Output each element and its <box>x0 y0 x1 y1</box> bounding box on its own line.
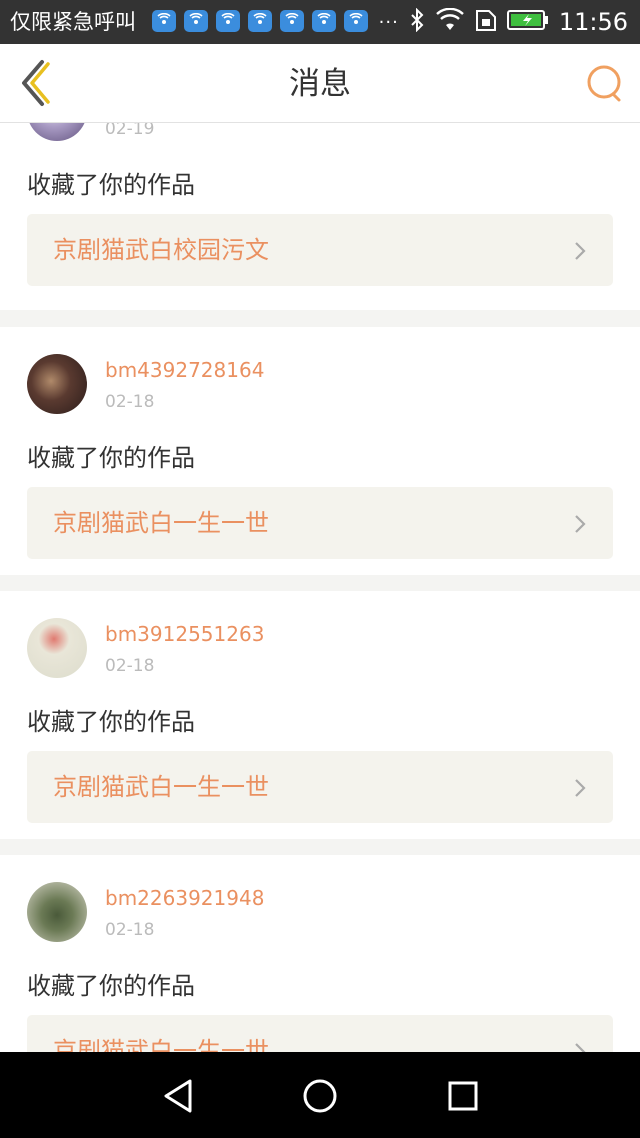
work-title: 京剧猫武白一生一世 <box>53 509 269 537</box>
clock: 11:56 <box>558 8 628 36</box>
username[interactable]: bm2263921948 <box>105 885 264 911</box>
message-list[interactable]: 02-19 收藏了你的作品 京剧猫武白校园污文 bm4392728164 02-… <box>0 123 640 1052</box>
work-title: 京剧猫武白一生一世 <box>53 773 269 801</box>
message-date: 02-18 <box>105 392 155 412</box>
message-date: 02-18 <box>105 656 155 676</box>
network-notification-icon <box>152 10 176 32</box>
message-card: bm4392728164 02-18 收藏了你的作品 京剧猫武白一生一世 <box>0 327 640 575</box>
network-notification-icon <box>248 10 272 32</box>
message-action: 收藏了你的作品 <box>27 171 195 199</box>
username[interactable]: bm3912551263 <box>105 621 264 647</box>
work-link[interactable]: 京剧猫武白一生一世 <box>27 487 613 559</box>
sim-icon <box>475 8 497 36</box>
message-action: 收藏了你的作品 <box>27 708 195 736</box>
carrier-text: 仅限紧急呼叫 <box>10 10 136 34</box>
chevron-right-icon <box>575 779 586 797</box>
avatar[interactable] <box>27 882 87 942</box>
battery-charging-icon <box>506 8 549 36</box>
chevron-right-icon <box>575 515 586 533</box>
system-nav-bar <box>0 1052 640 1138</box>
work-link[interactable]: 京剧猫武白一生一世 <box>27 1015 613 1052</box>
status-right: ··· 11:56 <box>378 7 628 36</box>
work-link[interactable]: 京剧猫武白一生一世 <box>27 751 613 823</box>
chevron-right-icon <box>575 242 586 260</box>
network-notification-icon <box>184 10 208 32</box>
more-notifications: ··· <box>378 11 399 33</box>
search-icon <box>587 65 621 102</box>
avatar[interactable] <box>27 618 87 678</box>
work-title: 京剧猫武白校园污文 <box>53 236 269 264</box>
nav-recents-button[interactable] <box>441 1074 485 1118</box>
message-date: 02-19 <box>105 123 155 139</box>
message-card: bm2263921948 02-18 收藏了你的作品 京剧猫武白一生一世 <box>0 855 640 1052</box>
wifi-icon <box>435 7 465 36</box>
status-bar: 仅限紧急呼叫 ··· 11:56 <box>0 0 640 44</box>
home-circle-icon <box>303 1079 337 1113</box>
network-notification-icon <box>216 10 240 32</box>
avatar[interactable] <box>27 123 87 141</box>
search-button[interactable] <box>584 62 626 104</box>
message-card: 02-19 收藏了你的作品 京剧猫武白校园污文 <box>0 123 640 310</box>
chevron-right-icon <box>575 1043 586 1052</box>
recents-square-icon <box>448 1081 478 1111</box>
nav-back-button[interactable] <box>156 1074 200 1118</box>
network-notification-icon <box>280 10 304 32</box>
network-notification-icon <box>344 10 368 32</box>
work-title: 京剧猫武白一生一世 <box>53 1037 269 1052</box>
bluetooth-icon <box>409 7 425 36</box>
notification-icons <box>152 10 368 32</box>
page-title: 消息 <box>289 66 351 102</box>
message-card: bm3912551263 02-18 收藏了你的作品 京剧猫武白一生一世 <box>0 591 640 839</box>
nav-home-button[interactable] <box>298 1074 342 1118</box>
avatar[interactable] <box>27 354 87 414</box>
work-link[interactable]: 京剧猫武白校园污文 <box>27 214 613 286</box>
username[interactable]: bm4392728164 <box>105 357 264 383</box>
app-header: 消息 <box>0 44 640 123</box>
network-notification-icon <box>312 10 336 32</box>
message-action: 收藏了你的作品 <box>27 972 195 1000</box>
back-triangle-icon <box>164 1079 192 1113</box>
message-date: 02-18 <box>105 920 155 940</box>
message-action: 收藏了你的作品 <box>27 444 195 472</box>
